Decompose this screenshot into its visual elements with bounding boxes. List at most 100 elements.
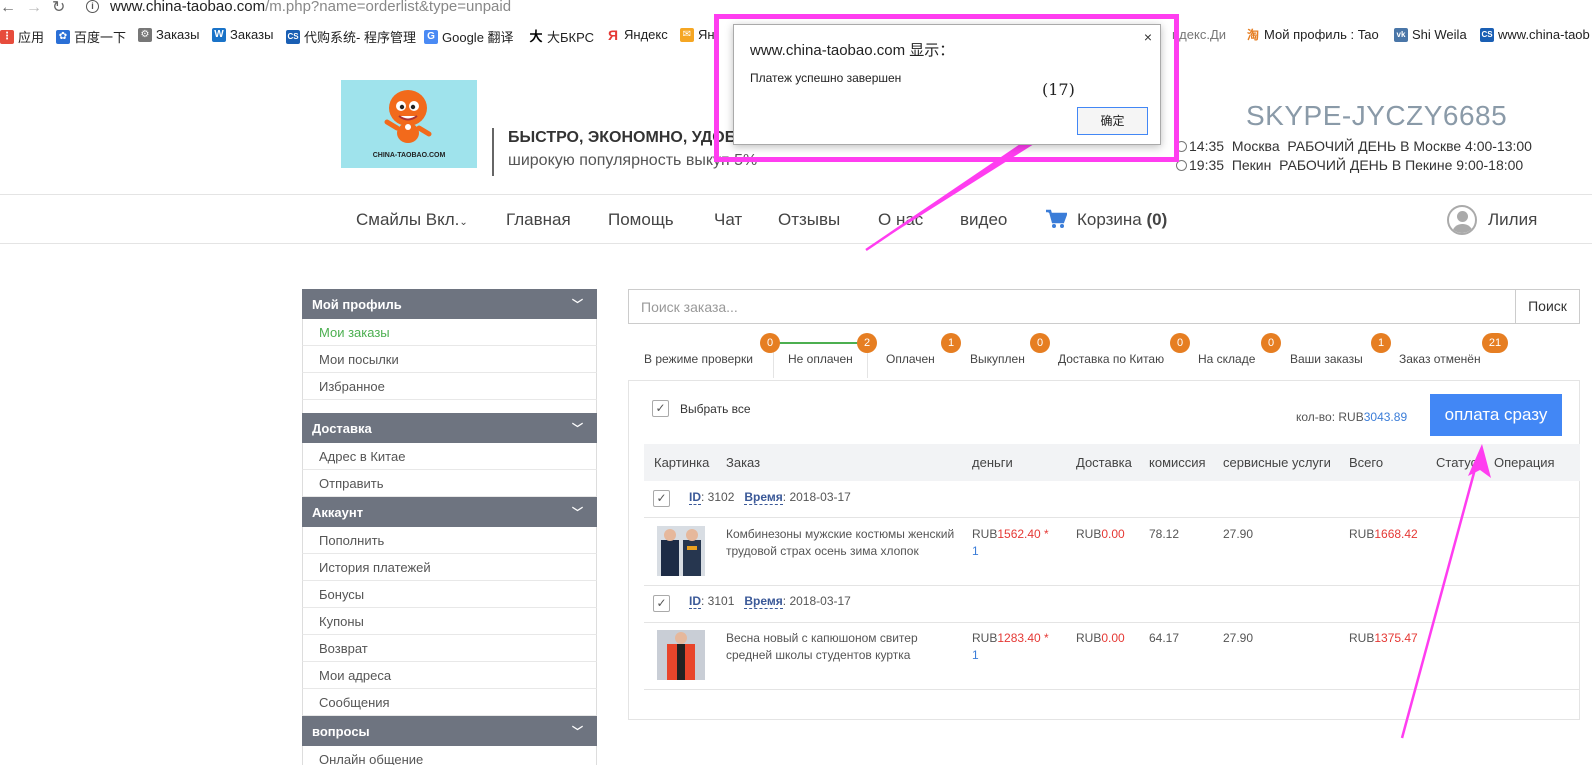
sidebar-item-messages[interactable]: Сообщения bbox=[302, 689, 597, 716]
column-header-delivery: Доставка bbox=[1076, 455, 1132, 470]
annotation-counter: (17) bbox=[1042, 80, 1075, 99]
tab-china-delivery[interactable]: Доставка по Китаю bbox=[1058, 352, 1164, 366]
tab-paid[interactable]: Оплачен bbox=[886, 352, 935, 366]
back-icon[interactable]: ← bbox=[0, 0, 16, 16]
sidebar-item-my-orders[interactable]: Мои заказы bbox=[302, 319, 597, 346]
column-header-order: Заказ bbox=[726, 455, 761, 470]
nav-help[interactable]: Помощь bbox=[608, 210, 674, 230]
bookmark-bkrs[interactable]: 大大БКРС bbox=[529, 27, 594, 46]
bookmark-orders-1[interactable]: ⚙ Заказы bbox=[138, 27, 199, 42]
tab-under-review[interactable]: В режиме проверки bbox=[644, 352, 753, 366]
nav-smileys[interactable]: Смайлы Вкл.⌄ bbox=[356, 210, 468, 230]
nav-reviews[interactable]: Отзывы bbox=[778, 210, 840, 230]
bookmark-china-taobao[interactable]: CS www.china-taob bbox=[1480, 27, 1590, 42]
bookmark-vk[interactable]: vk Shi Weila bbox=[1394, 27, 1467, 42]
apps-grid-icon: ⋮ bbox=[0, 29, 14, 44]
site-logo[interactable]: CHINA-TAOBAO.COM bbox=[341, 80, 477, 168]
user-name[interactable]: Лилия bbox=[1488, 210, 1537, 230]
tab-unpaid[interactable]: Не оплачен bbox=[773, 342, 868, 378]
sidebar-item-top-up[interactable]: Пополнить bbox=[302, 527, 597, 554]
tab-badge: 0 bbox=[760, 333, 780, 353]
sidebar-item-payment-history[interactable]: История платежей bbox=[302, 554, 597, 581]
order-checkbox[interactable]: ✓ bbox=[653, 595, 670, 612]
nav-home[interactable]: Главная bbox=[506, 210, 571, 230]
gear-icon: ⚙ bbox=[138, 27, 152, 42]
sidebar-item-china-address[interactable]: Адрес в Китае bbox=[302, 443, 597, 470]
mascot-logo-icon bbox=[384, 90, 432, 143]
column-header-service: сервисные услуги bbox=[1223, 455, 1331, 470]
tab-badge: 0 bbox=[1030, 333, 1050, 353]
reload-icon[interactable]: ↻ bbox=[52, 0, 65, 16]
bookmark-apps[interactable]: ⋮ 应用 bbox=[0, 27, 44, 46]
order-description[interactable]: Весна новый с капюшоном свитер средней ш… bbox=[726, 630, 956, 664]
forward-icon[interactable]: → bbox=[26, 0, 42, 16]
nav-cart[interactable]: Корзина (0) bbox=[1077, 210, 1167, 230]
sidebar-item-coupons[interactable]: Купоны bbox=[302, 608, 597, 635]
order-search-input[interactable]: Поиск заказа... bbox=[628, 289, 1515, 324]
bookmark-yandex[interactable]: Я Яндекс bbox=[606, 27, 668, 42]
bookmark-yandex-mail[interactable]: ✉ Ян bbox=[680, 27, 715, 42]
sidebar-item-bonuses[interactable]: Бонусы bbox=[302, 581, 597, 608]
sidebar-section-account[interactable]: Аккаунт ﹀ bbox=[302, 497, 597, 527]
bookmark-orders-2[interactable]: W Заказы bbox=[212, 27, 273, 42]
order-checkbox[interactable]: ✓ bbox=[653, 490, 670, 507]
sidebar-section-delivery[interactable]: Доставка ﹀ bbox=[302, 413, 597, 443]
sidebar-item-favorites[interactable]: Избранное bbox=[302, 373, 597, 400]
order-description[interactable]: Комбинезоны мужские костюмы женский труд… bbox=[726, 526, 966, 560]
dialog-message: Платеж успешно завершен bbox=[750, 71, 902, 85]
select-all-checkbox[interactable]: ✓ bbox=[652, 400, 669, 417]
nav-about[interactable]: О нас bbox=[878, 210, 923, 230]
order-price: RUB1283.40 * 1 bbox=[972, 631, 1049, 662]
bookmark-yandex-disk[interactable]: ндекс.Ди bbox=[1172, 27, 1226, 42]
product-thumbnail[interactable] bbox=[657, 526, 705, 576]
tab-badge: 1 bbox=[941, 333, 961, 353]
product-thumbnail[interactable] bbox=[657, 630, 705, 680]
nav-video[interactable]: видео bbox=[960, 210, 1007, 230]
url-text[interactable]: www.china-taobao.com/m.php?name=orderlis… bbox=[110, 0, 511, 15]
cart-icon[interactable] bbox=[1045, 209, 1067, 229]
sidebar-item-addresses[interactable]: Мои адреса bbox=[302, 662, 597, 689]
alert-dialog: www.china-taobao.com 显示： × Платеж успешн… bbox=[733, 24, 1161, 145]
order-total: RUB1375.47 bbox=[1349, 631, 1418, 645]
bookmark-admin[interactable]: CS 代购系统- 程序管理 bbox=[286, 27, 416, 46]
sidebar-item-my-parcels[interactable]: Мои посылки bbox=[302, 346, 597, 373]
header-divider bbox=[492, 128, 494, 176]
sidebar-section-profile[interactable]: Мой профиль ﹀ bbox=[302, 289, 597, 319]
yandex-logo-icon: Я bbox=[606, 26, 620, 43]
slogan-line-1: БЫСТРО, ЭКОНОМНО, УДОБ bbox=[508, 129, 737, 146]
sidebar-item-refund[interactable]: Возврат bbox=[302, 635, 597, 662]
order-delivery: RUB0.00 bbox=[1076, 631, 1125, 645]
mail-icon: ✉ bbox=[680, 27, 694, 42]
tab-purchased[interactable]: Выкуплен bbox=[970, 352, 1025, 366]
browser-nav-buttons[interactable]: ← → ↻ bbox=[0, 0, 75, 17]
pay-now-button[interactable]: оплата сразу bbox=[1430, 394, 1562, 436]
tab-your-orders[interactable]: Ваши заказы bbox=[1290, 352, 1363, 366]
selected-total: кол-во: RUB3043.89 bbox=[1296, 410, 1408, 424]
close-icon[interactable]: × bbox=[1144, 29, 1152, 45]
tab-badge: 0 bbox=[1170, 333, 1190, 353]
user-avatar-icon[interactable] bbox=[1447, 205, 1477, 235]
order-total: RUB1668.42 bbox=[1349, 527, 1418, 541]
select-all-label: Выбрать все bbox=[680, 402, 751, 416]
dialog-ok-button[interactable]: 确定 bbox=[1077, 107, 1148, 135]
sidebar-item-send[interactable]: Отправить bbox=[302, 470, 597, 497]
cs-logo-icon: CS bbox=[1480, 27, 1494, 42]
tab-in-warehouse[interactable]: На складе bbox=[1198, 352, 1255, 366]
order-commission: 78.12 bbox=[1149, 527, 1180, 541]
tab-badge: 2 bbox=[857, 333, 877, 353]
info-icon[interactable]: i bbox=[86, 0, 99, 13]
column-header-picture: Картинка bbox=[654, 455, 710, 470]
bookmark-taobao-profile[interactable]: 淘 Мой профиль : Tao bbox=[1246, 27, 1379, 42]
sidebar-section-questions[interactable]: вопросы ﹀ bbox=[302, 716, 597, 746]
nav-chat[interactable]: Чат bbox=[714, 210, 742, 230]
search-button[interactable]: Поиск bbox=[1515, 289, 1580, 324]
baidu-paw-icon: ✿ bbox=[56, 29, 70, 44]
bookmark-baidu[interactable]: ✿ 百度一下 bbox=[56, 27, 126, 46]
tab-badge: 21 bbox=[1482, 333, 1508, 353]
logo-text: CHINA-TAOBAO.COM bbox=[372, 152, 446, 159]
tab-cancelled[interactable]: Заказ отменён bbox=[1399, 352, 1481, 366]
bookmark-google-translate[interactable]: G Google 翻译 bbox=[424, 27, 514, 46]
tab-badge: 0 bbox=[1261, 333, 1281, 353]
sidebar-item-online-chat[interactable]: Онлайн общение bbox=[302, 746, 597, 765]
skype-contact: SKYPE-JYCZY6685 bbox=[1246, 100, 1508, 131]
